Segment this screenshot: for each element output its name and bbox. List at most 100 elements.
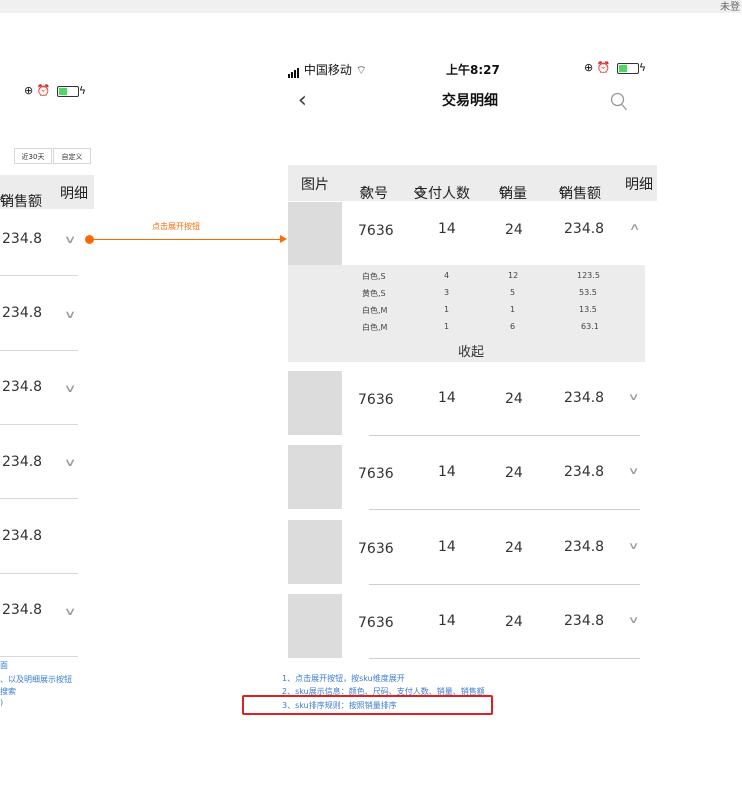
signal-icon bbox=[288, 64, 300, 78]
cell-code: 7636 bbox=[358, 541, 394, 557]
row-divider bbox=[369, 658, 640, 659]
sku-sales: 12 bbox=[508, 271, 519, 280]
chevron-down-icon[interactable]: ∨ bbox=[628, 541, 640, 552]
chevron-down-icon[interactable]: ∨ bbox=[64, 308, 77, 321]
left-note-line: 面 bbox=[0, 661, 8, 670]
sku-sales: 1 bbox=[510, 305, 516, 314]
sort-icon: ◇ bbox=[559, 183, 570, 199]
row-divider bbox=[0, 656, 78, 657]
row-amount: 234.8 bbox=[2, 379, 43, 395]
row-amount: 234.8 bbox=[2, 602, 43, 618]
cell-amount: 234.8 bbox=[564, 390, 605, 406]
cell-payers: 14 bbox=[438, 390, 456, 406]
note-line: 1、点击展开按钮，按sku维度展开 bbox=[282, 674, 405, 683]
collapse-button[interactable]: 收起 bbox=[458, 341, 484, 360]
product-thumbnail bbox=[288, 445, 342, 509]
cell-sales: 24 bbox=[505, 614, 523, 630]
row-divider bbox=[0, 573, 78, 574]
chevron-down-icon[interactable]: ∨ bbox=[64, 605, 77, 618]
alarm-icon: ⏰ bbox=[36, 84, 51, 97]
sku-name: 白色,S bbox=[362, 272, 386, 281]
annotation-arrow-line bbox=[89, 239, 281, 240]
wifi-icon: ⌔ bbox=[355, 63, 367, 77]
row-amount: 234.8 bbox=[2, 231, 43, 247]
sort-icon: ◇ bbox=[360, 183, 371, 199]
cell-amount: 234.8 bbox=[564, 613, 605, 629]
left-note-line: 搜索 bbox=[0, 687, 16, 696]
sku-payers: 4 bbox=[444, 271, 450, 280]
cell-payers: 14 bbox=[438, 613, 456, 629]
row-amount: 234.8 bbox=[2, 528, 43, 544]
charging-icon: ϟ bbox=[638, 61, 647, 74]
left-note-line: 、以及明细展示按钮 bbox=[0, 675, 72, 684]
chevron-down-icon[interactable]: ∨ bbox=[64, 233, 77, 246]
cell-code: 7636 bbox=[358, 223, 394, 239]
cell-sales: 24 bbox=[505, 222, 523, 238]
row-divider bbox=[0, 498, 78, 499]
sku-amount: 63.1 bbox=[581, 322, 599, 331]
row-divider bbox=[0, 275, 78, 276]
product-thumbnail bbox=[288, 594, 342, 658]
cell-payers: 14 bbox=[438, 221, 456, 237]
sku-amount: 13.5 bbox=[579, 305, 597, 314]
status-time: 上午8:27 bbox=[446, 63, 500, 77]
chevron-down-icon[interactable]: ∨ bbox=[64, 382, 77, 395]
alarm-icon: ⏰ bbox=[596, 61, 611, 74]
search-icon[interactable] bbox=[610, 92, 628, 112]
sku-name: 白色,M bbox=[362, 306, 388, 315]
sku-payers: 3 bbox=[444, 288, 450, 297]
table-header: 图片 款号 ◇ 支付人数 ◇ 销量 ◇ 销售额 ◇ 明细 bbox=[288, 165, 657, 202]
annotation-label: 点击展开按钮 bbox=[152, 222, 200, 231]
sort-icon: ◇ bbox=[0, 191, 11, 207]
charging-icon: ϟ bbox=[78, 84, 87, 97]
sku-amount: 123.5 bbox=[577, 271, 600, 280]
filter-last-30-days[interactable]: 近30天 bbox=[14, 148, 52, 164]
product-thumbnail bbox=[288, 202, 342, 266]
cell-sales: 24 bbox=[505, 465, 523, 481]
chevron-down-icon[interactable]: ∨ bbox=[64, 456, 77, 469]
cell-amount: 234.8 bbox=[564, 221, 605, 237]
cell-code: 7636 bbox=[358, 392, 394, 408]
sku-name: 白色,M bbox=[362, 323, 388, 332]
product-thumbnail bbox=[288, 520, 342, 584]
battery-icon bbox=[616, 62, 639, 74]
cell-amount: 234.8 bbox=[564, 539, 605, 555]
battery-icon bbox=[56, 85, 79, 97]
product-thumbnail bbox=[288, 371, 342, 435]
row-divider bbox=[369, 584, 640, 585]
left-note-line: ) bbox=[0, 698, 4, 707]
sku-amount: 53.5 bbox=[579, 288, 597, 297]
sort-icon: ◇ bbox=[414, 183, 425, 199]
sku-payers: 1 bbox=[444, 322, 450, 331]
sku-sales: 5 bbox=[510, 288, 516, 297]
sku-payers: 1 bbox=[444, 305, 450, 314]
top-strip-text: 未登 bbox=[720, 2, 740, 13]
row-divider bbox=[0, 424, 78, 425]
cell-code: 7636 bbox=[358, 615, 394, 631]
chevron-down-icon[interactable]: ∨ bbox=[628, 392, 640, 403]
filter-custom[interactable]: 自定义 bbox=[53, 148, 91, 164]
highlight-box bbox=[242, 695, 493, 715]
cell-code: 7636 bbox=[358, 466, 394, 482]
sort-icon: ◇ bbox=[499, 183, 510, 199]
annotation-arrow-head bbox=[280, 235, 287, 243]
chevron-down-icon[interactable]: ∨ bbox=[628, 615, 640, 626]
row-amount: 234.8 bbox=[2, 305, 43, 321]
chevron-up-icon[interactable]: ∧ bbox=[629, 222, 641, 233]
row-amount: 234.8 bbox=[2, 454, 43, 470]
header-image: 图片 bbox=[301, 177, 329, 193]
cell-payers: 14 bbox=[438, 539, 456, 555]
back-icon[interactable]: ‹ bbox=[298, 88, 307, 113]
status-bar-left: 中国移动 ⌔ bbox=[288, 61, 367, 78]
row-divider bbox=[0, 350, 78, 351]
left-table-header: 销售额 ◇ 明细 bbox=[0, 175, 94, 210]
rotation-lock-icon: ⊕ bbox=[24, 84, 34, 97]
row-divider bbox=[369, 435, 640, 436]
top-strip: 未登 bbox=[0, 0, 742, 13]
cell-sales: 24 bbox=[505, 540, 523, 556]
sku-name: 黄色,S bbox=[362, 289, 386, 298]
chevron-down-icon[interactable]: ∨ bbox=[628, 466, 640, 477]
page-title: 交易明细 bbox=[442, 93, 498, 109]
row-divider bbox=[369, 509, 640, 510]
left-status-icons: ⊕ ⏰ ϟ bbox=[24, 84, 86, 97]
